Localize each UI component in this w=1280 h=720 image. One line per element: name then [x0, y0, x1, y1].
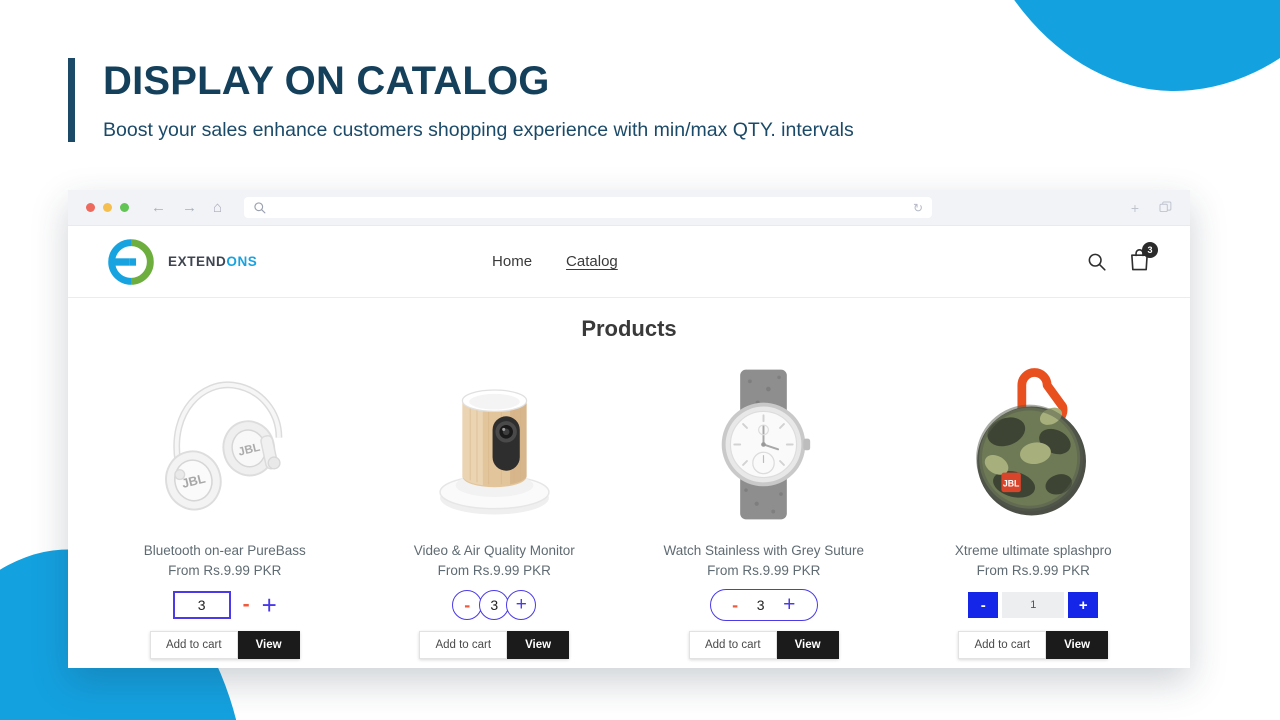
forward-arrow-icon[interactable]: →: [182, 200, 197, 215]
quantity-input[interactable]: 1: [1002, 592, 1065, 618]
product-actions: Add to cart View: [419, 631, 570, 659]
quantity-input[interactable]: 3: [757, 597, 765, 613]
page-subtitle: Boost your sales enhance customers shopp…: [103, 119, 854, 141]
plus-icon[interactable]: +: [1131, 200, 1139, 216]
view-button[interactable]: View: [237, 631, 300, 659]
product-price: From Rs.9.99 PKR: [168, 563, 282, 578]
maximize-window-button[interactable]: [120, 203, 129, 212]
quantity-increment-button[interactable]: +: [506, 590, 537, 620]
address-bar[interactable]: ↻: [244, 197, 933, 218]
quantity-stepper: - 1 +: [968, 588, 1099, 622]
reload-icon[interactable]: ↻: [913, 201, 923, 215]
duplicate-tabs-icon[interactable]: [1159, 201, 1172, 214]
product-image-headphones[interactable]: JBL JBL: [137, 356, 312, 531]
view-button[interactable]: View: [507, 631, 570, 659]
product-price: From Rs.9.99 PKR: [437, 563, 551, 578]
accent-bar: [68, 58, 75, 142]
quantity-decrement-button[interactable]: -: [452, 590, 483, 620]
product-actions: Add to cart View: [958, 631, 1109, 659]
brand-name: EXTENDONS: [168, 254, 257, 269]
browser-window: ← → ⌂ ↻ + EXTENDONS Home Catalog 3 Produ…: [68, 190, 1190, 668]
brand-name-dark: EXTEND: [168, 254, 227, 269]
page-title: DISPLAY ON CATALOG: [103, 59, 550, 103]
svg-text:JBL: JBL: [1003, 478, 1020, 488]
quantity-decrement-button[interactable]: -: [968, 592, 999, 618]
brand-name-accent: ONS: [226, 254, 258, 269]
product-image-speaker[interactable]: JBL: [946, 356, 1121, 531]
quantity-stepper: - 3 +: [709, 588, 818, 622]
search-icon: [254, 201, 266, 213]
quantity-input[interactable]: 3: [479, 590, 510, 620]
quantity-increment-button[interactable]: +: [1068, 592, 1099, 618]
product-card: JBL Xtreme ultimate splashpro From Rs.9.…: [899, 356, 1169, 659]
cart-count-badge: 3: [1141, 241, 1158, 258]
product-name: Xtreme ultimate splashpro: [954, 543, 1112, 558]
minimize-window-button[interactable]: [103, 203, 112, 212]
cart-button[interactable]: 3: [1129, 241, 1158, 276]
product-name: Watch Stainless with Grey Suture: [663, 543, 865, 558]
site-nav: Home Catalog: [492, 253, 618, 270]
add-to-cart-button[interactable]: Add to cart: [688, 631, 777, 659]
product-grid: JBL JBL Bluetooth on-ear PureBass From R…: [68, 342, 1190, 659]
product-actions: Add to cart View: [149, 631, 300, 659]
product-card: Video & Air Quality Monitor From Rs.9.99…: [360, 356, 630, 659]
window-controls[interactable]: [86, 203, 129, 212]
product-image-watch[interactable]: [676, 356, 851, 531]
back-arrow-icon[interactable]: ←: [151, 200, 166, 215]
browser-toolbar: ← → ⌂ ↻ +: [68, 190, 1190, 226]
home-icon[interactable]: ⌂: [213, 200, 222, 215]
product-image-camera[interactable]: [407, 356, 582, 531]
decorative-blue-shape-top-right: [955, 0, 1280, 112]
view-button[interactable]: View: [776, 631, 839, 659]
quantity-input[interactable]: 3: [172, 591, 231, 619]
add-to-cart-button[interactable]: Add to cart: [419, 631, 508, 659]
product-card: Watch Stainless with Grey Suture From Rs…: [629, 356, 899, 659]
products-heading: Products: [581, 316, 677, 341]
product-card: JBL JBL Bluetooth on-ear PureBass From R…: [90, 356, 360, 659]
extendons-circle-logo: [108, 238, 154, 285]
product-name: Video & Air Quality Monitor: [413, 543, 575, 558]
add-to-cart-button[interactable]: Add to cart: [149, 631, 238, 659]
quantity-stepper: 3 - +: [172, 588, 277, 622]
product-price: From Rs.9.99 PKR: [707, 563, 821, 578]
add-to-cart-button[interactable]: Add to cart: [958, 631, 1047, 659]
brand-logo[interactable]: EXTENDONS: [108, 238, 257, 285]
site-header: EXTENDONS Home Catalog 3: [68, 226, 1190, 298]
nav-link-home[interactable]: Home: [492, 253, 532, 270]
quantity-stepper: - 3 +: [452, 588, 537, 622]
product-name: Bluetooth on-ear PureBass: [143, 543, 306, 558]
product-price: From Rs.9.99 PKR: [976, 563, 1090, 578]
search-icon[interactable]: [1087, 252, 1107, 272]
product-actions: Add to cart View: [688, 631, 839, 659]
close-window-button[interactable]: [86, 203, 95, 212]
nav-link-catalog[interactable]: Catalog: [566, 253, 618, 270]
headline-block: DISPLAY ON CATALOG Boost your sales enha…: [68, 58, 854, 142]
slide-canvas: DISPLAY ON CATALOG Boost your sales enha…: [0, 0, 1280, 720]
header-icons: 3: [1087, 241, 1158, 276]
view-button[interactable]: View: [1046, 631, 1109, 659]
